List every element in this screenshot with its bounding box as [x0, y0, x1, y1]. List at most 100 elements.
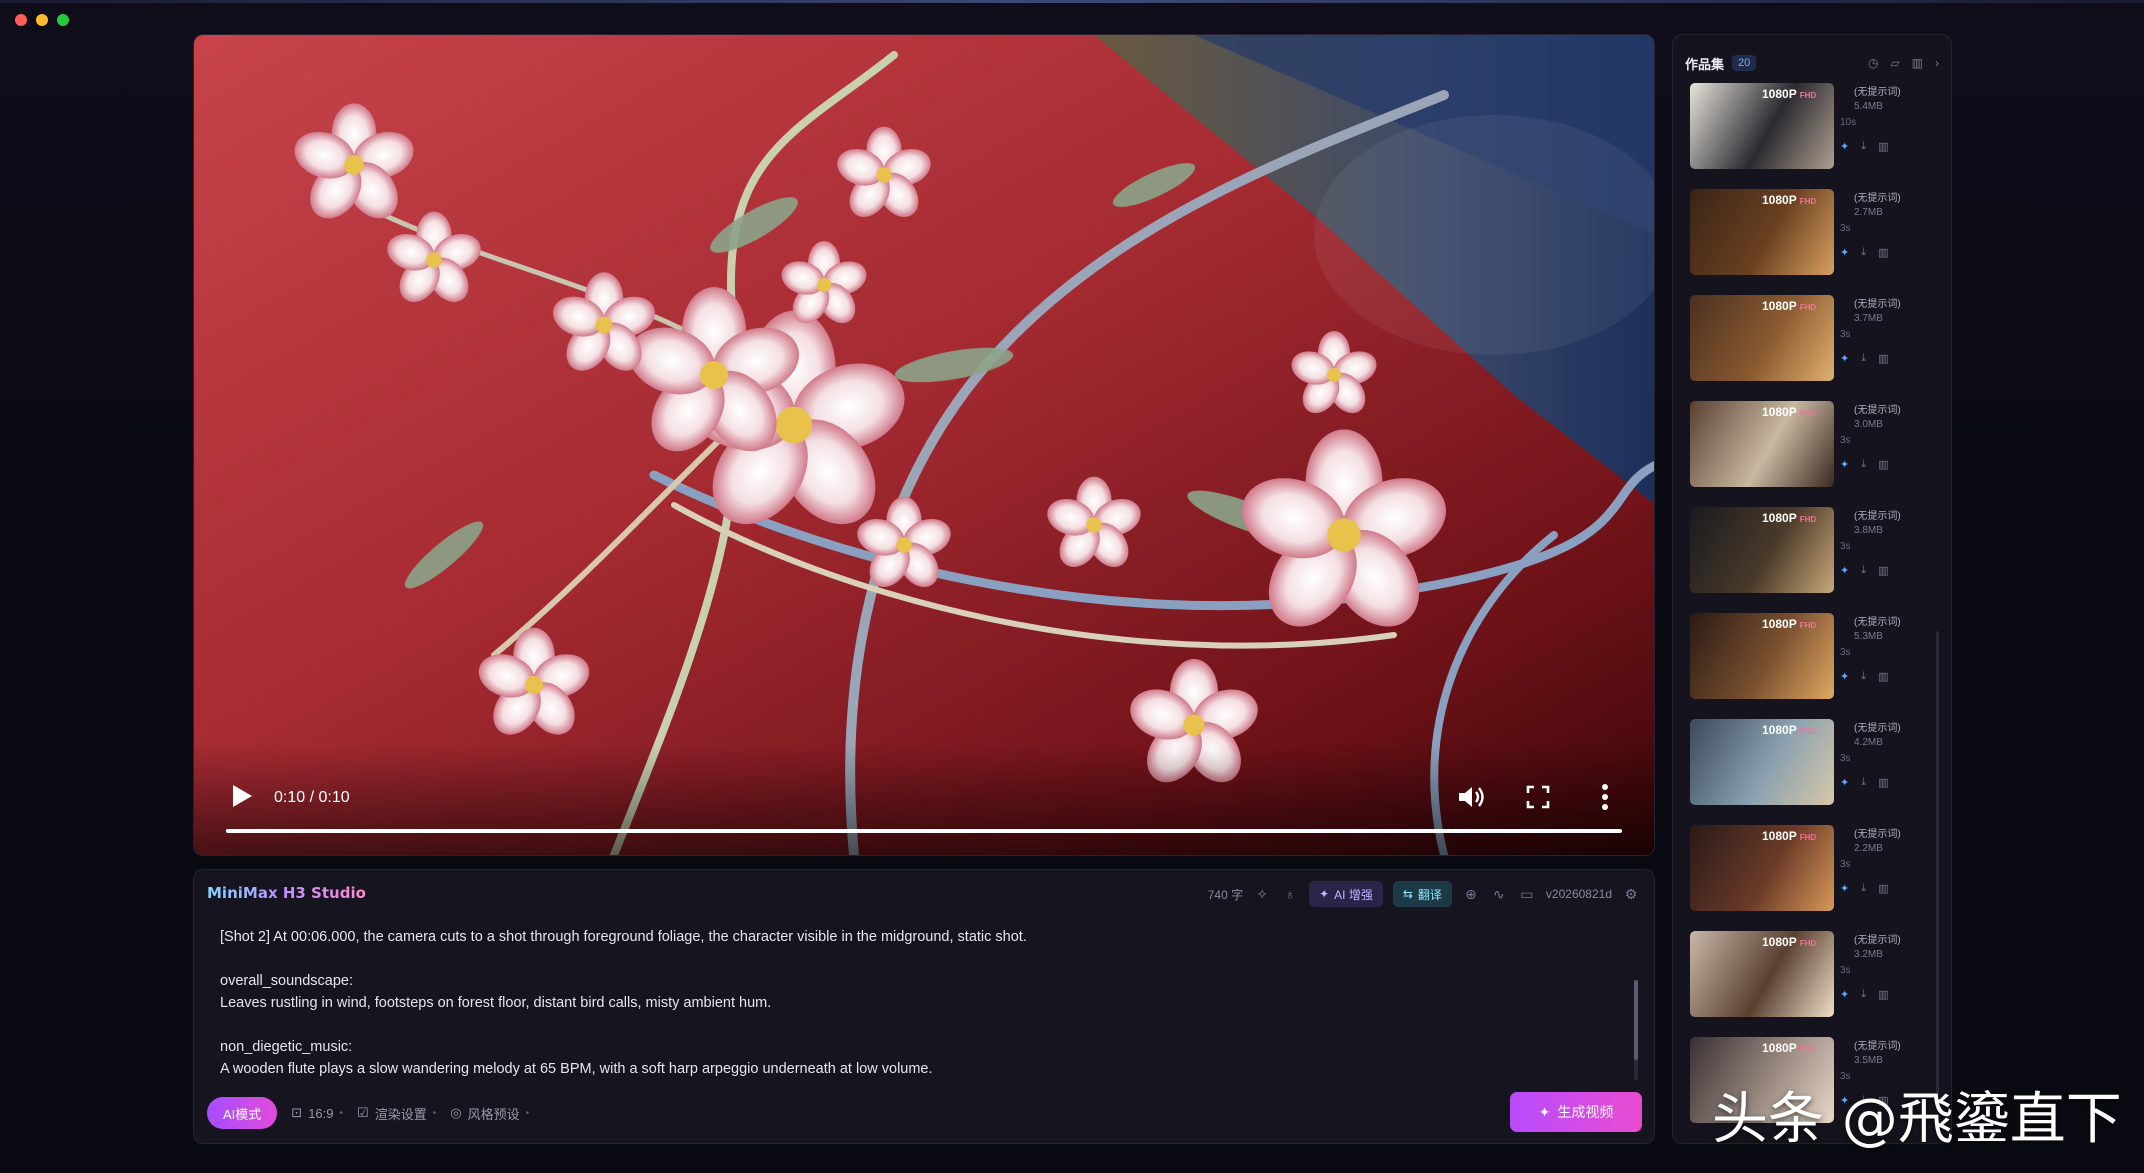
gallery-item[interactable]: 1080P FHD (无提示词) 2.7MB 3s ✦ ⤓ ▥ — [1690, 189, 1942, 295]
trash-icon[interactable]: ▥ — [1878, 564, 1888, 577]
ai-enhance-icon[interactable]: ✦ — [1840, 776, 1849, 789]
trash-icon[interactable]: ▥ — [1878, 458, 1888, 471]
video-thumbnail[interactable]: 1080P FHD — [1690, 719, 1834, 805]
download-icon[interactable]: ⤓ — [1861, 246, 1866, 259]
resolution-label: 1080P — [1762, 1041, 1797, 1055]
gallery-scrollbar[interactable] — [1936, 631, 1939, 1111]
gallery-item-prompt: (无提示词) — [1854, 935, 1901, 946]
aspect-ratio-value: 16:9 — [308, 1105, 334, 1121]
maximize-window-button[interactable] — [57, 14, 69, 26]
video-thumbnail[interactable]: 1080P FHD — [1690, 83, 1834, 169]
lightbulb-icon[interactable]: ♁ — [1281, 885, 1299, 903]
video-thumbnail[interactable]: 1080P FHD — [1690, 825, 1834, 911]
download-icon[interactable]: ⤓ — [1861, 564, 1866, 577]
trash-icon[interactable]: ▥ — [1912, 56, 1923, 70]
gallery-item-prompt: (无提示词) — [1854, 87, 1901, 98]
trash-icon[interactable]: ▥ — [1878, 776, 1888, 789]
globe-icon[interactable]: ⊕ — [1462, 885, 1480, 903]
ai-enhance-icon[interactable]: ✦ — [1840, 458, 1849, 471]
video-thumbnail[interactable]: 1080P FHD — [1690, 613, 1834, 699]
gallery-item-actions: ✦ ⤓ ▥ — [1840, 776, 1889, 789]
trash-icon[interactable]: ▥ — [1878, 670, 1888, 683]
render-settings-label: 渲染设置 — [374, 1106, 427, 1122]
gallery-item[interactable]: 1080P FHD (无提示词) 3.8MB 3s ✦ ⤓ ▥ — [1690, 507, 1942, 613]
ai-enhance-icon[interactable]: ✦ — [1840, 670, 1849, 683]
gallery-item[interactable]: 1080P FHD (无提示词) 4.2MB 3s ✦ ⤓ ▥ — [1690, 719, 1942, 825]
video-thumbnail[interactable]: 1080P FHD — [1690, 931, 1834, 1017]
volume-icon[interactable] — [1456, 783, 1486, 811]
gallery-item-prompt: (无提示词) — [1854, 1041, 1901, 1052]
trash-icon[interactable]: ▥ — [1878, 352, 1888, 365]
chevron-right-icon[interactable]: › — [1935, 56, 1939, 70]
gallery-item-prompt: (无提示词) — [1854, 617, 1901, 628]
gallery-item[interactable]: 1080P FHD (无提示词) 2.2MB 3s ✦ ⤓ ▥ — [1690, 825, 1942, 931]
resolution-label: 1080P — [1762, 87, 1797, 101]
style-preset-select[interactable]: ◎ 风格预设 • — [450, 1104, 529, 1123]
trash-icon[interactable]: ▥ — [1878, 882, 1888, 895]
gallery-item-size: 3.0MB — [1854, 419, 1883, 430]
video-time: 0:10 / 0:10 — [274, 789, 350, 806]
settings-icon[interactable]: ⚙ — [1622, 885, 1640, 903]
history-icon[interactable]: ◷ — [1868, 56, 1878, 70]
gallery-item[interactable]: 1080P FHD (无提示词) 3.0MB 3s ✦ ⤓ ▥ — [1690, 401, 1942, 507]
video-thumbnail[interactable]: 1080P FHD — [1690, 507, 1834, 593]
video-player[interactable]: 0:10 / 0:10 — [193, 34, 1655, 856]
video-thumbnail[interactable]: 1080P FHD — [1690, 401, 1834, 487]
fhd-label: FHD — [1799, 197, 1817, 206]
gallery-item-size: 3.5MB — [1854, 1055, 1883, 1066]
download-icon[interactable]: ⤓ — [1861, 352, 1866, 365]
close-window-button[interactable] — [15, 14, 27, 26]
download-icon[interactable]: ⤓ — [1861, 670, 1866, 683]
gallery-item[interactable]: 1080P FHD (无提示词) 3.7MB 3s ✦ ⤓ ▥ — [1690, 295, 1942, 401]
resolution-badge: 1080P FHD — [1762, 511, 1816, 525]
aspect-ratio-select[interactable]: ⊡ 16:9 • — [291, 1105, 343, 1121]
more-options-icon[interactable] — [1600, 783, 1610, 811]
download-icon[interactable]: ⤓ — [1861, 140, 1866, 153]
gallery-item-prompt: (无提示词) — [1854, 829, 1901, 840]
char-count: 740 字 — [1207, 887, 1244, 902]
gallery-item[interactable]: 1080P FHD (无提示词) 5.4MB 10s ✦ ⤓ ▥ — [1690, 83, 1942, 189]
minimize-window-button[interactable] — [36, 14, 48, 26]
ai-enhance-icon[interactable]: ✦ — [1840, 988, 1849, 1001]
ai-enhance-icon[interactable]: ✦ — [1840, 352, 1849, 365]
resolution-badge: 1080P FHD — [1762, 87, 1816, 101]
gallery-item-size: 3.8MB — [1854, 525, 1883, 536]
gallery-item[interactable]: 1080P FHD (无提示词) 5.3MB 3s ✦ ⤓ ▥ — [1690, 613, 1942, 719]
magic-wand-icon: ✦ — [1319, 887, 1330, 901]
calendar-icon[interactable]: ▭ — [1518, 885, 1536, 903]
ai-enhance-icon[interactable]: ✦ — [1840, 564, 1849, 577]
generate-video-button[interactable]: ✦ 生成视频 — [1510, 1092, 1642, 1132]
translate-button[interactable]: ⇆ 翻译 — [1392, 881, 1452, 907]
render-settings-select[interactable]: ☑ 渲染设置 • — [357, 1104, 436, 1123]
download-icon[interactable]: ⤓ — [1861, 458, 1866, 471]
gallery-item-duration: 3s — [1840, 223, 1851, 234]
ai-enhance-icon[interactable]: ✦ — [1840, 140, 1849, 153]
fhd-label: FHD — [1799, 303, 1817, 312]
video-thumbnail[interactable]: 1080P FHD — [1690, 189, 1834, 275]
trash-icon[interactable]: ▥ — [1878, 988, 1888, 1001]
gallery-item[interactable]: 1080P FHD (无提示词) 3.2MB 3s ✦ ⤓ ▥ — [1690, 931, 1942, 1037]
resolution-label: 1080P — [1762, 405, 1797, 419]
prompt-textarea[interactable]: [Shot 2] At 00:06.000, the camera cuts t… — [220, 926, 1610, 1086]
trash-icon[interactable]: ▥ — [1878, 246, 1888, 259]
fullscreen-icon[interactable] — [1526, 785, 1550, 809]
ai-enhance-button[interactable]: ✦ AI 增强 — [1309, 881, 1383, 907]
sparkle-icon[interactable]: ✧ — [1253, 885, 1271, 903]
gallery-item-size: 3.2MB — [1854, 949, 1883, 960]
video-thumbnail[interactable]: 1080P FHD — [1690, 295, 1834, 381]
download-icon[interactable]: ⤓ — [1861, 882, 1866, 895]
gallery-item-duration: 3s — [1840, 541, 1851, 552]
activity-icon[interactable]: ∿ — [1490, 885, 1508, 903]
brand-title: MiniMax H3 Studio — [207, 884, 366, 902]
download-icon[interactable]: ⤓ — [1861, 776, 1866, 789]
prompt-scrollbar-thumb[interactable] — [1634, 980, 1638, 1060]
play-icon[interactable] — [230, 783, 254, 809]
ai-enhance-icon[interactable]: ✦ — [1840, 246, 1849, 259]
ai-enhance-icon[interactable]: ✦ — [1840, 882, 1849, 895]
video-progress-bar[interactable] — [226, 829, 1622, 833]
prompt-scrollbar[interactable] — [1634, 980, 1638, 1080]
download-icon[interactable]: ⤓ — [1861, 988, 1866, 1001]
folder-icon[interactable]: ▱ — [1890, 56, 1899, 70]
ai-mode-button[interactable]: AI模式 — [207, 1097, 278, 1129]
trash-icon[interactable]: ▥ — [1878, 140, 1888, 153]
